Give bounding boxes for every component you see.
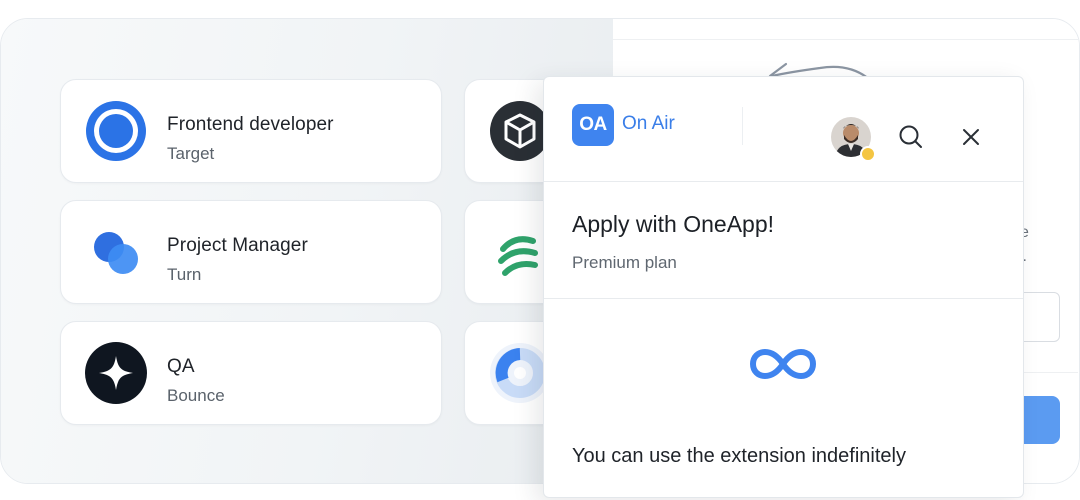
job-title: Frontend developer [167,114,334,135]
job-card-frontend-developer[interactable]: Frontend developer Target [60,79,442,183]
popup-title: Apply with OneApp! [572,211,775,237]
job-title: QA [167,356,195,377]
extension-popup: OA On Air Apply with OneApp! Premium pla… [543,76,1024,498]
company-name: Turn [167,265,202,284]
turn-logo-icon [94,232,138,274]
infinity-icon [749,348,817,380]
cube-logo-icon [490,101,550,161]
header-separator [742,107,743,145]
close-icon[interactable] [957,123,985,151]
bounce-logo-icon [85,342,147,404]
job-title: Project Manager [167,235,308,256]
brand-name: On Air [622,113,675,134]
oneapp-logo: OA [572,104,614,146]
company-name: Target [167,144,215,163]
job-card-project-manager[interactable]: Project Manager Turn [60,200,442,304]
target-logo-icon [86,101,146,161]
plan-name: Premium plan [572,253,677,272]
popup-header: OA On Air [544,77,1023,162]
stripes-logo-icon [498,236,538,276]
donut-logo-icon [490,343,550,403]
search-icon[interactable] [897,123,925,151]
divider [544,181,1023,182]
company-name: Bounce [167,386,225,405]
divider [544,298,1023,299]
background-divider [1020,372,1078,373]
plan-description: You can use the extension indefinitely [572,445,906,467]
job-card-qa[interactable]: QA Bounce [60,321,442,425]
premium-badge [860,146,876,162]
